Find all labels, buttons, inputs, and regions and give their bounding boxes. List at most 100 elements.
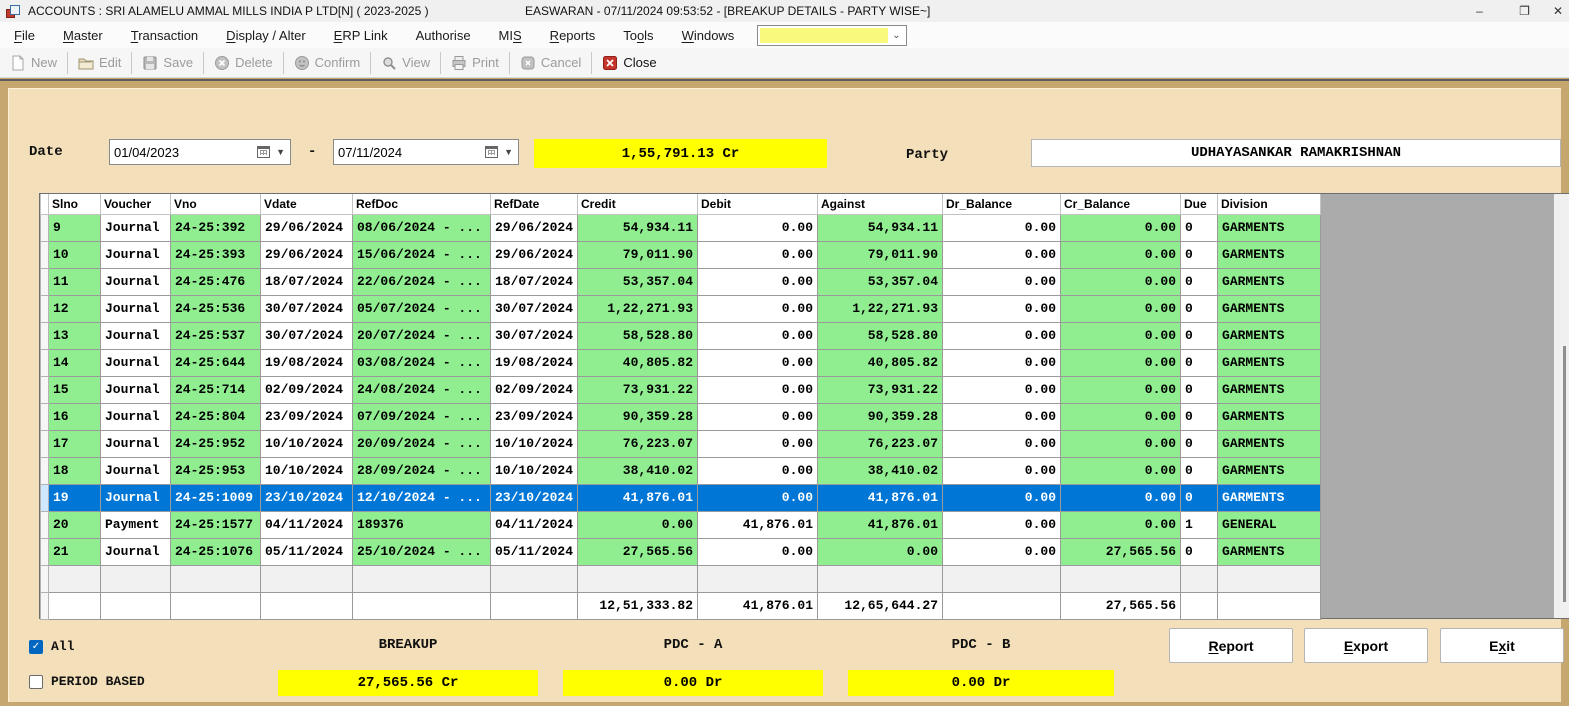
all-checkbox[interactable] <box>29 640 43 654</box>
cell-voucher[interactable]: Journal <box>101 349 171 376</box>
cell-empty[interactable] <box>261 565 353 592</box>
menu-item-tools[interactable]: Tools <box>614 24 662 47</box>
cell-due[interactable]: 0 <box>1181 430 1218 457</box>
cell-debit[interactable]: 0.00 <box>698 349 818 376</box>
cell-cr_balance[interactable]: 0.00 <box>1061 484 1181 511</box>
menu-item-erp-link[interactable]: ERP Link <box>325 24 397 47</box>
cell-against[interactable]: 76,223.07 <box>818 430 943 457</box>
date-from-input[interactable]: 01/04/2023 ▼ <box>109 139 291 165</box>
cell-against[interactable]: 1,22,271.93 <box>818 295 943 322</box>
cell-credit[interactable]: 54,934.11 <box>578 214 698 241</box>
cell-against[interactable]: 38,410.02 <box>818 457 943 484</box>
cell-refdate[interactable]: 23/09/2024 <box>491 403 578 430</box>
row-selector[interactable] <box>41 565 49 592</box>
menu-item-mis[interactable]: MIS <box>490 24 531 47</box>
column-header-credit[interactable]: Credit <box>578 194 698 214</box>
cell-vdate[interactable]: 18/07/2024 <box>261 268 353 295</box>
cell-vdate[interactable]: 04/11/2024 <box>261 511 353 538</box>
cell-vno[interactable]: 24-25:476 <box>171 268 261 295</box>
row-selector[interactable] <box>41 538 49 565</box>
cell-refdoc[interactable]: 25/10/2024 - ... <box>353 538 491 565</box>
cell-debit[interactable]: 0.00 <box>698 295 818 322</box>
cell-against[interactable]: 53,357.04 <box>818 268 943 295</box>
cell-refdate[interactable]: 10/10/2024 <box>491 457 578 484</box>
cell-vno[interactable]: 24-25:804 <box>171 403 261 430</box>
cell-against[interactable]: 41,876.01 <box>818 511 943 538</box>
cell-refdoc[interactable]: 15/06/2024 - ... <box>353 241 491 268</box>
cell-vdate[interactable]: 02/09/2024 <box>261 376 353 403</box>
cell-vno[interactable]: 24-25:537 <box>171 322 261 349</box>
cell-vdate[interactable]: 29/06/2024 <box>261 214 353 241</box>
cell-cr_balance[interactable]: 0.00 <box>1061 403 1181 430</box>
cell-vno[interactable]: 24-25:1577 <box>171 511 261 538</box>
row-selector[interactable] <box>41 484 49 511</box>
cell-voucher[interactable]: Journal <box>101 214 171 241</box>
cell-credit[interactable]: 27,565.56 <box>578 538 698 565</box>
cancel-toolbar-button[interactable]: Cancel <box>510 48 591 78</box>
cell-empty[interactable] <box>1218 565 1321 592</box>
cell-slno[interactable]: 15 <box>49 376 101 403</box>
cell-refdate[interactable]: 30/07/2024 <box>491 322 578 349</box>
cell-refdoc[interactable]: 20/07/2024 - ... <box>353 322 491 349</box>
cell-against[interactable]: 40,805.82 <box>818 349 943 376</box>
cell-dr_balance[interactable]: 0.00 <box>943 457 1061 484</box>
cell-voucher[interactable]: Payment <box>101 511 171 538</box>
cell-division[interactable]: GARMENTS <box>1218 349 1321 376</box>
cell-division[interactable]: GARMENTS <box>1218 484 1321 511</box>
cell-voucher[interactable]: Journal <box>101 295 171 322</box>
cell-vdate[interactable]: 05/11/2024 <box>261 538 353 565</box>
cell-cr_balance[interactable]: 0.00 <box>1061 376 1181 403</box>
cell-debit[interactable]: 0.00 <box>698 430 818 457</box>
cell-vno[interactable]: 24-25:953 <box>171 457 261 484</box>
cell-slno[interactable]: 17 <box>49 430 101 457</box>
cell-debit[interactable]: 0.00 <box>698 457 818 484</box>
save-toolbar-button[interactable]: Save <box>132 48 203 78</box>
cell-debit[interactable]: 0.00 <box>698 322 818 349</box>
cell-refdoc[interactable]: 24/08/2024 - ... <box>353 376 491 403</box>
cell-due[interactable]: 0 <box>1181 376 1218 403</box>
cell-empty[interactable] <box>171 565 261 592</box>
report-button[interactable]: Report <box>1169 628 1293 663</box>
cell-voucher[interactable]: Journal <box>101 457 171 484</box>
cell-division[interactable]: GARMENTS <box>1218 403 1321 430</box>
cell-credit[interactable]: 79,011.90 <box>578 241 698 268</box>
column-header-dr_balance[interactable]: Dr_Balance <box>943 194 1061 214</box>
cell-debit[interactable]: 41,876.01 <box>698 511 818 538</box>
cell-dr_balance[interactable]: 0.00 <box>943 511 1061 538</box>
cell-slno[interactable]: 11 <box>49 268 101 295</box>
column-header-voucher[interactable]: Voucher <box>101 194 171 214</box>
cell-due[interactable]: 0 <box>1181 538 1218 565</box>
cell-credit[interactable]: 38,410.02 <box>578 457 698 484</box>
scrollbar-thumb[interactable] <box>1563 346 1566 602</box>
row-selector[interactable] <box>41 214 49 241</box>
cell-empty[interactable] <box>1181 565 1218 592</box>
menu-item-authorise[interactable]: Authorise <box>407 24 480 47</box>
cell-cr_balance[interactable]: 0.00 <box>1061 214 1181 241</box>
cell-slno[interactable]: 19 <box>49 484 101 511</box>
cell-empty[interactable] <box>1061 565 1181 592</box>
row-selector[interactable] <box>41 592 49 619</box>
cell-refdoc[interactable]: 28/09/2024 - ... <box>353 457 491 484</box>
close-toolbar-button[interactable]: Close <box>592 48 666 78</box>
menu-item-file[interactable]: File <box>5 24 44 47</box>
cell-refdoc[interactable]: 03/08/2024 - ... <box>353 349 491 376</box>
cell-slno[interactable]: 21 <box>49 538 101 565</box>
cell-division[interactable]: GARMENTS <box>1218 295 1321 322</box>
restore-button[interactable]: ❐ <box>1502 0 1547 22</box>
edit-toolbar-button[interactable]: Edit <box>68 48 131 78</box>
cell-dr_balance[interactable]: 0.00 <box>943 268 1061 295</box>
cell-vno[interactable]: 24-25:714 <box>171 376 261 403</box>
cell-slno[interactable]: 14 <box>49 349 101 376</box>
column-header-vdate[interactable]: Vdate <box>261 194 353 214</box>
menu-item-reports[interactable]: Reports <box>541 24 605 47</box>
cell-credit[interactable]: 41,876.01 <box>578 484 698 511</box>
cell-refdoc[interactable]: 22/06/2024 - ... <box>353 268 491 295</box>
cell-slno[interactable]: 18 <box>49 457 101 484</box>
cell-empty[interactable] <box>353 565 491 592</box>
chevron-down-icon[interactable]: ⌄ <box>888 30 904 41</box>
cell-refdate[interactable]: 30/07/2024 <box>491 295 578 322</box>
cell-refdoc[interactable]: 189376 <box>353 511 491 538</box>
cell-dr_balance[interactable]: 0.00 <box>943 241 1061 268</box>
cell-division[interactable]: GARMENTS <box>1218 430 1321 457</box>
cell-voucher[interactable]: Journal <box>101 403 171 430</box>
